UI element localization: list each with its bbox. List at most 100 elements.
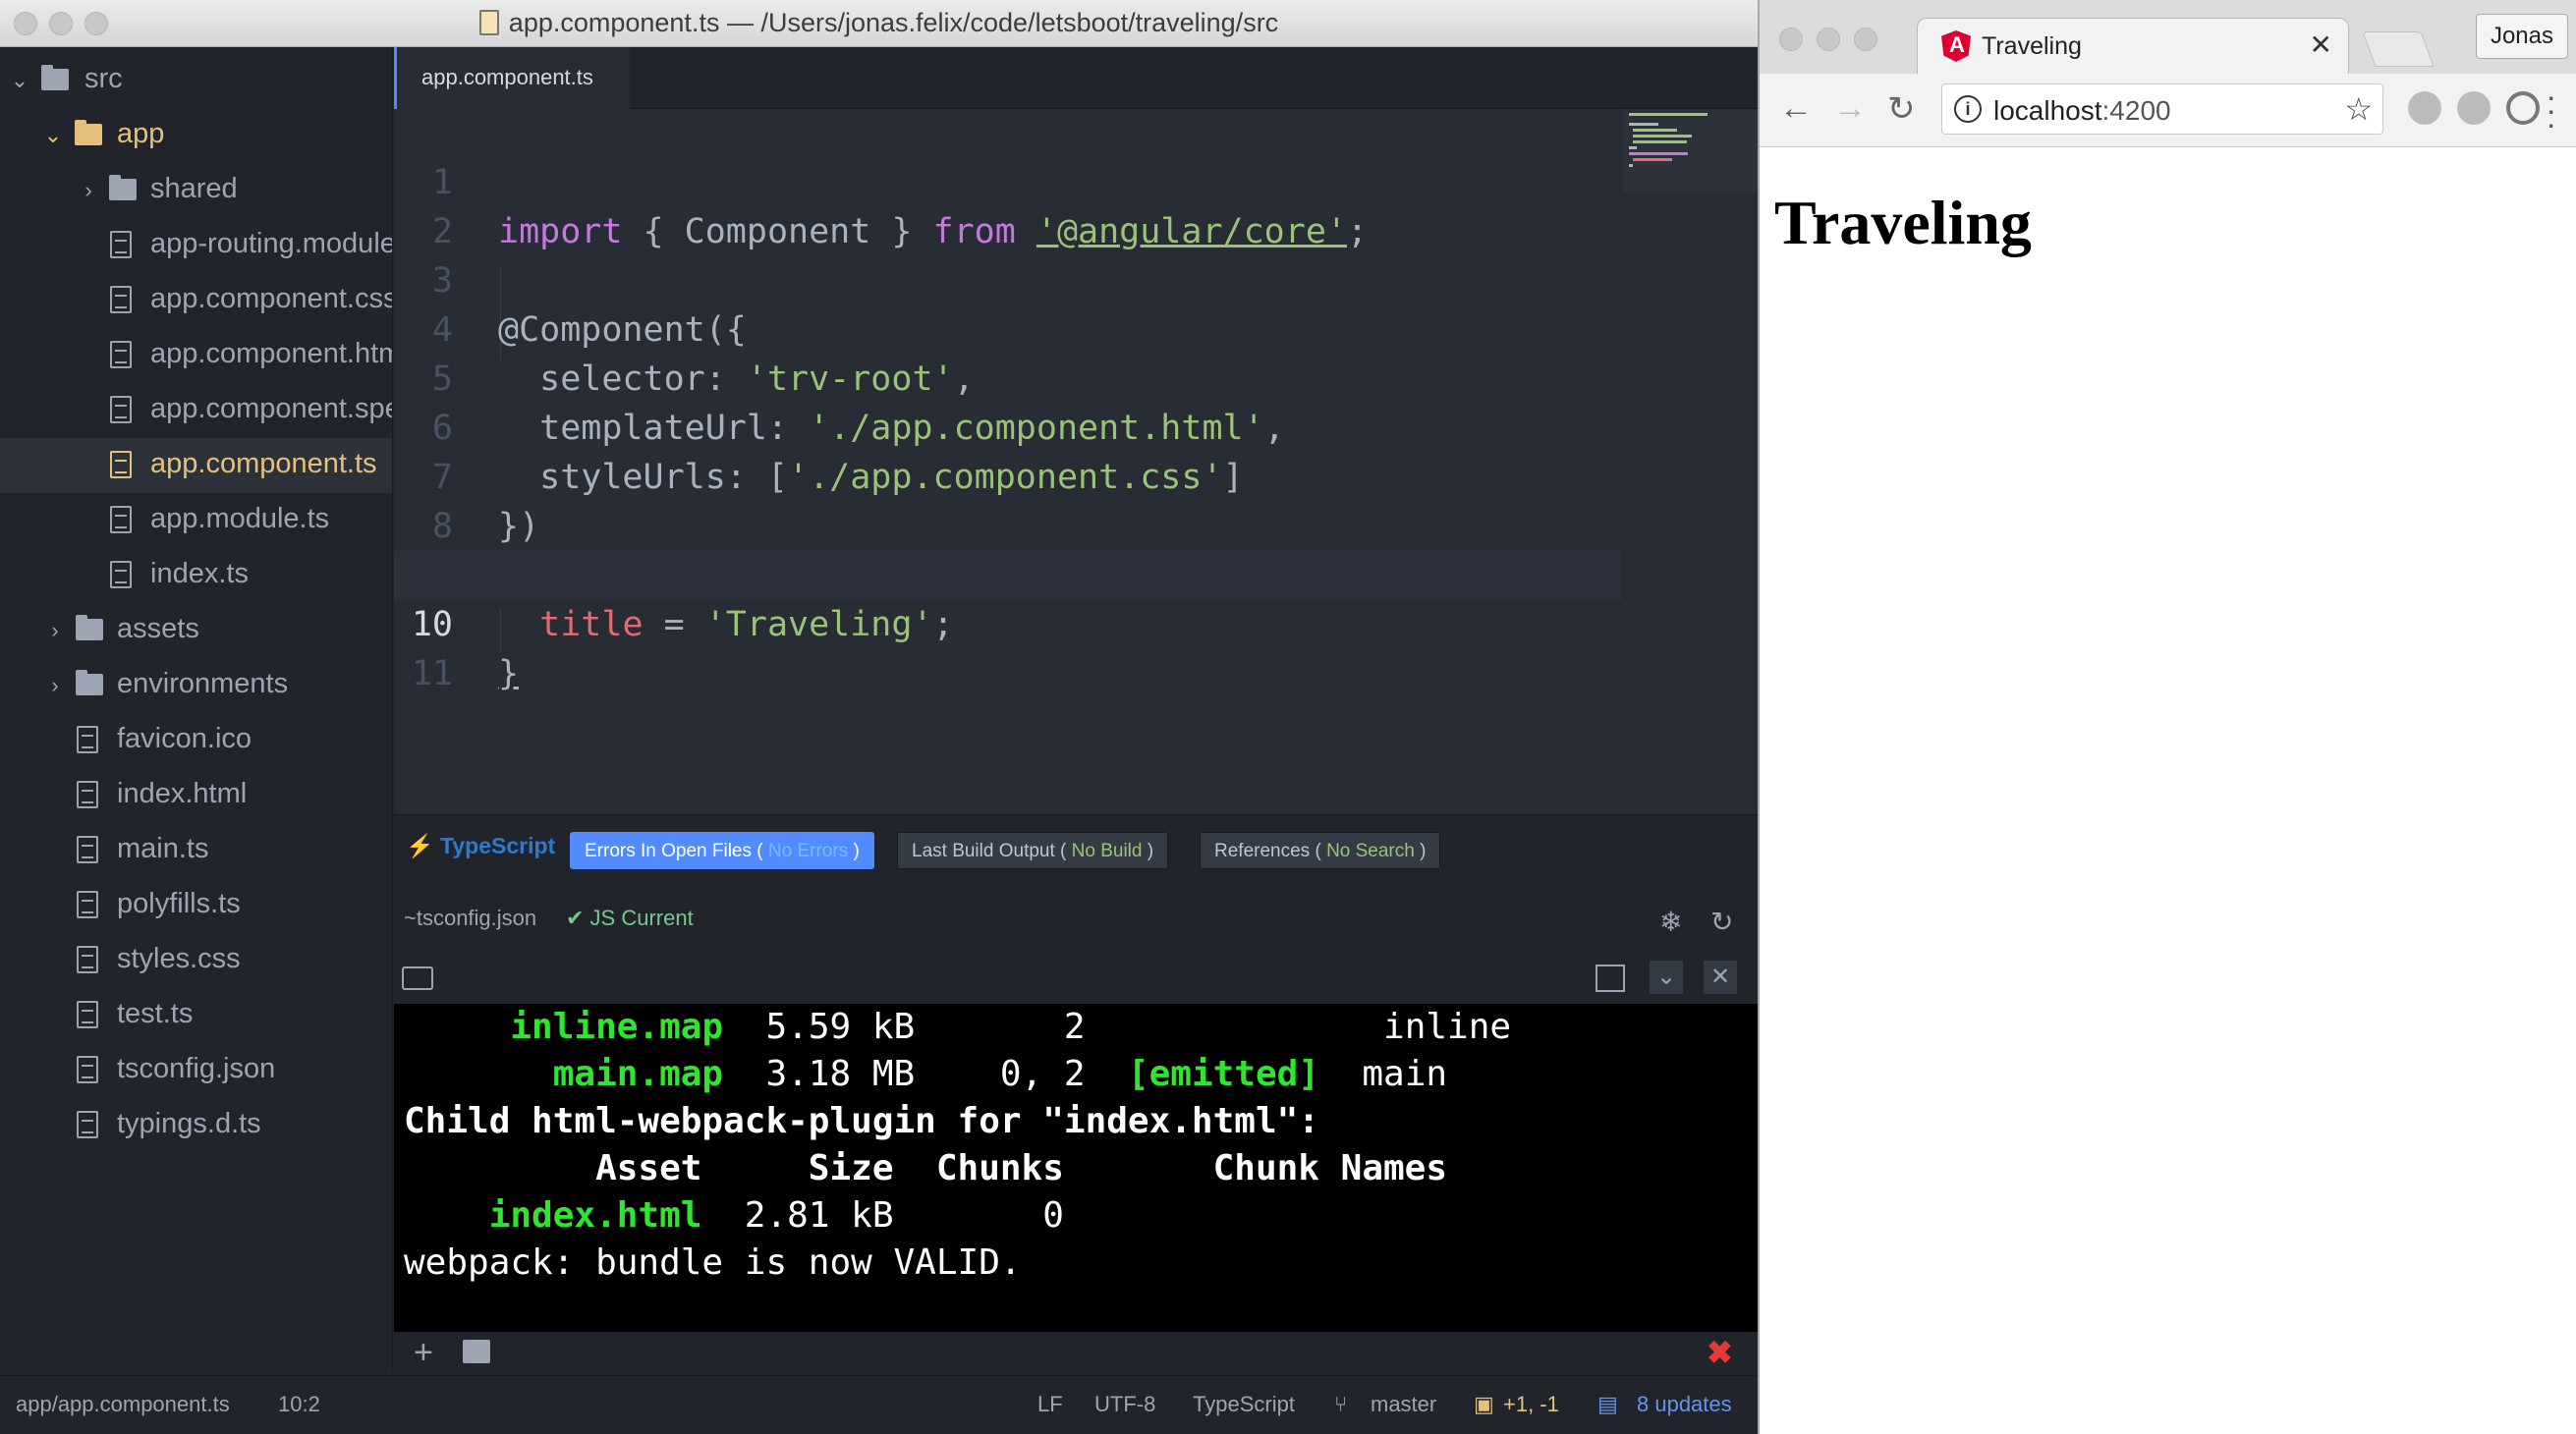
code-line: 2	[394, 158, 1622, 251]
tree-item-typings[interactable]: typings.d.ts	[0, 1098, 392, 1153]
close-icon[interactable]: ✕	[1704, 961, 1737, 994]
tree-item-main-ts[interactable]: main.ts	[0, 823, 392, 878]
code-editor[interactable]: 1 import { Component } from '@angular/co…	[394, 109, 1758, 814]
button-paren: )	[848, 841, 860, 861]
button-paren: )	[1142, 841, 1154, 861]
errors-in-open-files-button[interactable]: Errors In Open Files ( No Errors )	[570, 832, 874, 869]
settings-icon[interactable]: ❄	[1659, 906, 1682, 938]
folder-icon	[75, 120, 102, 145]
status-cursor-position[interactable]: 10:2	[278, 1392, 320, 1417]
tree-item-label: typings.d.ts	[117, 1108, 261, 1139]
chevron-right-icon: ›	[51, 673, 59, 697]
close-window-button[interactable]	[1779, 28, 1803, 51]
button-label: Last Build Output (	[912, 841, 1067, 861]
tab-title: Traveling	[1982, 32, 2082, 60]
minimize-window-button[interactable]	[1817, 28, 1840, 51]
tree-item-environments[interactable]: › environments	[0, 658, 392, 713]
keyboard-icon[interactable]	[402, 966, 433, 990]
tree-view: ⌄ src ⌄ app › shared app-routing.module.…	[0, 47, 393, 1371]
folder-icon	[109, 175, 137, 200]
button-value: No Search	[1326, 841, 1415, 861]
references-button[interactable]: References ( No Search )	[1200, 832, 1441, 869]
new-tab-button[interactable]	[2362, 31, 2435, 67]
forward-arrow-icon[interactable]: →	[1833, 89, 1867, 128]
asset-details: 3.18 MB 0, 2	[723, 1054, 1128, 1094]
js-current-label: JS Current	[589, 906, 694, 930]
tree-item-label: app.component.html	[150, 338, 393, 369]
page-viewport: Traveling	[1760, 147, 2576, 1434]
tsconfig-link[interactable]: ~tsconfig.json	[404, 906, 536, 931]
terminal-footer: + ✖	[394, 1332, 1758, 1375]
tree-item-label: test.ts	[117, 998, 194, 1029]
tree-item-label: index.ts	[150, 558, 249, 589]
chevron-down-icon[interactable]: ⌄	[1650, 961, 1683, 994]
tree-item-label: src	[84, 63, 123, 94]
tree-item-app[interactable]: ⌄ app	[0, 108, 392, 163]
status-line-ending[interactable]: LF	[1037, 1392, 1063, 1417]
info-icon[interactable]: i	[1954, 95, 1982, 123]
chrome-menu-icon[interactable]: · · ·	[2546, 81, 2556, 139]
tree-item-app-component-html[interactable]: app.component.html	[0, 328, 393, 383]
tree-item-app-component-ts[interactable]: app.component.ts	[0, 438, 392, 493]
status-bar: app/app.component.ts 10:2 LF UTF-8 TypeS…	[0, 1375, 1758, 1434]
minimap[interactable]	[1623, 109, 1758, 193]
minimap-line	[1633, 140, 1687, 143]
zoom-window-button[interactable]	[1854, 28, 1877, 51]
status-git-diff[interactable]: +1, -1	[1503, 1392, 1559, 1417]
add-terminal-icon[interactable]: +	[414, 1334, 433, 1372]
tree-item-label: styles.css	[117, 943, 241, 974]
e-extension-icon[interactable]	[2506, 91, 2540, 125]
browser-tab-traveling[interactable]: A Traveling ✕	[1917, 18, 2349, 75]
tree-item-styles-css[interactable]: styles.css	[0, 933, 392, 988]
tree-item-index-ts-app[interactable]: index.ts	[0, 548, 392, 603]
code-line: 4 selector: 'trv-root',	[394, 256, 1622, 399]
folder-icon	[76, 615, 103, 640]
tree-item-assets[interactable]: › assets	[0, 603, 392, 658]
code-line: 11	[394, 600, 1622, 693]
tree-item-app-routing[interactable]: app-routing.module.ts	[0, 218, 392, 273]
last-build-output-button[interactable]: Last Build Output ( No Build )	[897, 832, 1169, 869]
tree-item-label: shared	[150, 173, 238, 204]
tree-item-tsconfig[interactable]: tsconfig.json	[0, 1043, 392, 1098]
bookmark-star-icon[interactable]: ☆	[2344, 90, 2373, 128]
tree-item-app-component-spec[interactable]: app.component.spec.ts	[0, 383, 392, 438]
terminal-output[interactable]: inline.map 5.59 kB 2 inline main.map 3.1…	[394, 1004, 1758, 1332]
js-current-status: ✔ JS Current	[566, 906, 694, 930]
tree-item-test-ts[interactable]: test.ts	[0, 988, 392, 1043]
asset-name: index.html	[488, 1195, 702, 1236]
tree-item-shared[interactable]: › shared	[0, 163, 392, 218]
file-icon	[478, 10, 499, 35]
file-icon	[110, 561, 132, 588]
tab-app-component-ts[interactable]: app.component.ts	[394, 47, 630, 109]
tree-item-label: tsconfig.json	[117, 1053, 276, 1084]
tree-item-label: app.component.css	[150, 283, 393, 314]
tree-item-index-html[interactable]: index.html	[0, 768, 392, 823]
code-line: 6 styleUrls: ['./app.component.css']	[394, 355, 1622, 497]
address-bar[interactable]: i localhost:4200 ☆	[1941, 83, 2383, 135]
terminal-line: Child html-webpack-plugin for "index.htm…	[404, 1101, 1319, 1141]
status-encoding[interactable]: UTF-8	[1094, 1392, 1155, 1417]
status-git-branch[interactable]: master	[1371, 1392, 1436, 1417]
maximize-icon[interactable]	[1596, 965, 1625, 992]
tree-item-app-module[interactable]: app.module.ts	[0, 493, 392, 548]
minimap-line	[1633, 129, 1677, 132]
reload-icon[interactable]: ↻	[1887, 89, 1916, 129]
close-all-terminals-icon[interactable]: ✖	[1707, 1334, 1733, 1371]
status-updates[interactable]: 8 updates	[1637, 1392, 1732, 1417]
close-tab-icon[interactable]: ✕	[2310, 28, 2332, 61]
terminal-icon[interactable]	[463, 1340, 490, 1363]
tree-item-polyfills[interactable]: polyfills.ts	[0, 878, 392, 933]
drive-extension-icon[interactable]	[2408, 91, 2441, 125]
tree-item-app-component-css[interactable]: app.component.css	[0, 273, 393, 328]
file-icon	[77, 1001, 98, 1028]
chevron-down-icon: ⌄	[43, 123, 63, 147]
back-arrow-icon[interactable]: ←	[1779, 89, 1813, 128]
tree-item-src[interactable]: ⌄ src	[0, 53, 392, 108]
extension-icon[interactable]	[2457, 91, 2491, 125]
tree-item-favicon[interactable]: favicon.ico	[0, 713, 392, 768]
profile-button[interactable]: Jonas	[2475, 14, 2568, 59]
angular-favicon-icon: A	[1941, 30, 1971, 62]
refresh-icon[interactable]: ↻	[1710, 906, 1733, 938]
status-file-path[interactable]: app/app.component.ts	[16, 1392, 230, 1417]
status-grammar[interactable]: TypeScript	[1193, 1392, 1295, 1417]
